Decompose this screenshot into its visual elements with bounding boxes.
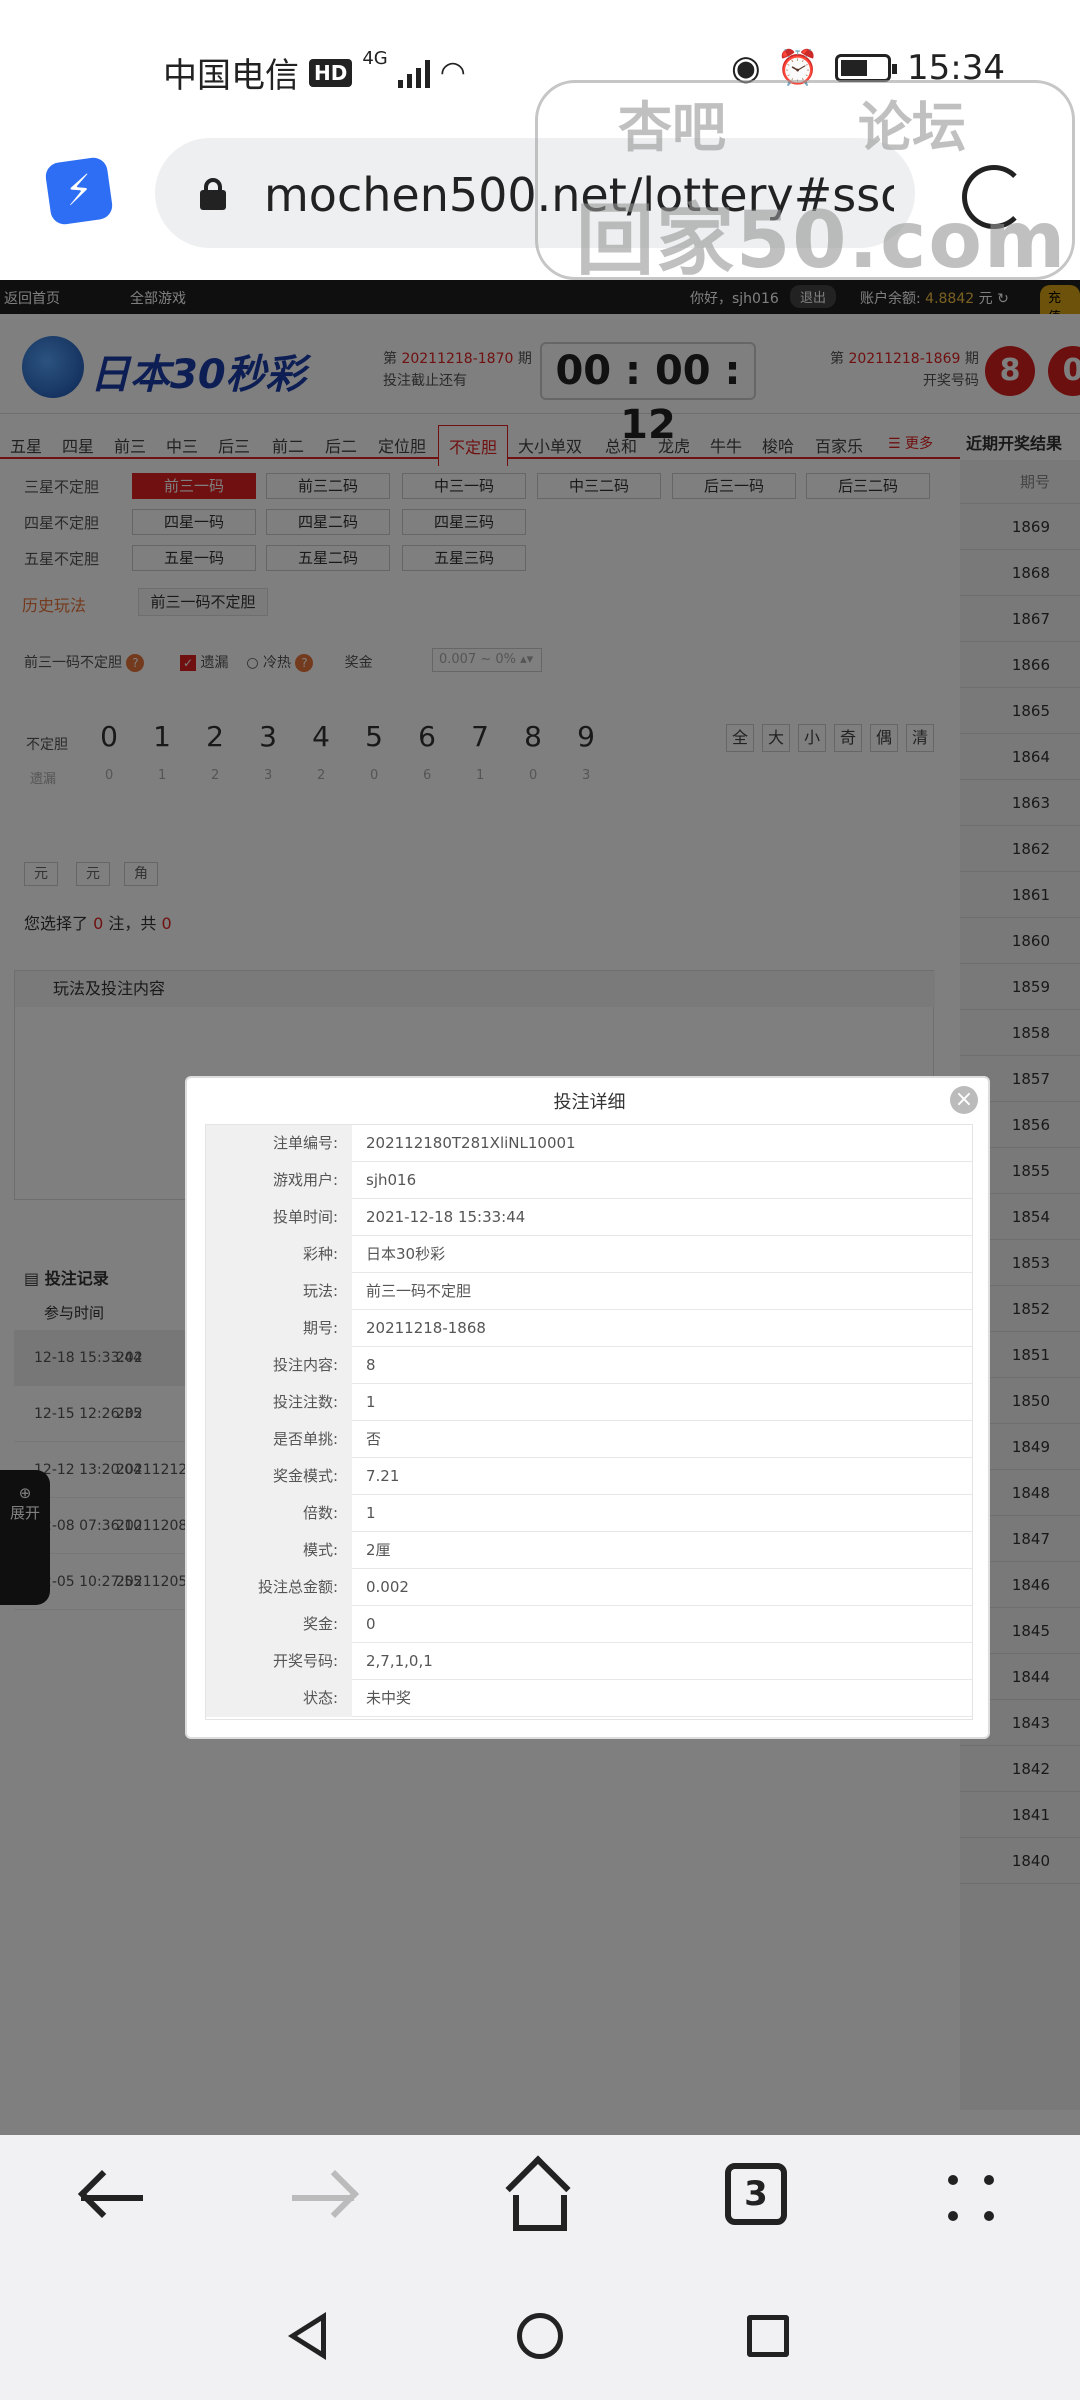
tab-count: 3 (725, 2163, 787, 2225)
system-recents-icon[interactable] (747, 2315, 789, 2357)
detail-key: 状态: (206, 1680, 352, 1717)
detail-row: 模式: 2厘 (206, 1532, 972, 1569)
forward-icon[interactable] (290, 2163, 360, 2233)
detail-row: 玩法: 前三一码不定胆 (206, 1273, 972, 1310)
close-icon[interactable]: × (950, 1086, 978, 1114)
detail-key: 玩法: (206, 1273, 352, 1310)
hd-badge: HD (309, 58, 353, 87)
detail-value: 20211218-1868 (366, 1319, 486, 1337)
detail-key: 投单时间: (206, 1199, 352, 1236)
detail-row: 投注内容: 8 (206, 1347, 972, 1384)
tabs-icon[interactable]: 3 (725, 2163, 795, 2233)
detail-key: 奖金: (206, 1606, 352, 1643)
detail-row: 奖金模式: 7.21 (206, 1458, 972, 1495)
detail-row: 投注总金额: 0.002 (206, 1569, 972, 1606)
detail-row: 期号: 20211218-1868 (206, 1310, 972, 1347)
signal-icon (397, 58, 430, 88)
status-left: 中国电信 HD 4G ◠ (163, 48, 466, 97)
detail-key: 投注总金额: (206, 1569, 352, 1606)
detail-key: 模式: (206, 1532, 352, 1569)
detail-row: 开奖号码: 2,7,1,0,1 (206, 1643, 972, 1680)
detail-value: 202112180T281XliNL10001 (366, 1134, 576, 1152)
detail-value: 7.21 (366, 1467, 400, 1485)
carrier-label: 中国电信 (163, 56, 299, 96)
detail-key: 游戏用户: (206, 1162, 352, 1199)
system-back-icon-inner (297, 2321, 321, 2351)
detail-key: 是否单挑: (206, 1421, 352, 1458)
detail-value: sjh016 (366, 1171, 417, 1189)
detail-value: 1 (366, 1504, 376, 1522)
detail-key: 注单编号: (206, 1125, 352, 1162)
browser-bottom-nav: 3 (0, 2135, 1080, 2265)
detail-row: 是否单挑: 否 (206, 1421, 972, 1458)
detail-key: 投注注数: (206, 1384, 352, 1421)
detail-row: 投单时间: 2021-12-18 15:33:44 (206, 1199, 972, 1236)
detail-value: 0 (366, 1615, 376, 1633)
detail-row: 注单编号: 202112180T281XliNL10001 (206, 1125, 972, 1162)
detail-key: 投注内容: (206, 1347, 352, 1384)
detail-key: 期号: (206, 1310, 352, 1347)
detail-row: 游戏用户: sjh016 (206, 1162, 972, 1199)
detail-table: 注单编号: 202112180T281XliNL10001 游戏用户: sjh016 投… (205, 1124, 973, 1720)
modal-title: 投注详细 (553, 1092, 626, 1113)
wifi-icon: ◠ (439, 55, 466, 90)
detail-row: 奖金: 0 (206, 1606, 972, 1643)
detail-key: 彩种: (206, 1236, 352, 1273)
web-page: 返回首页 全部游戏 你好，sjh016 退出 账户余额: 4.8842 元 ↻ … (0, 280, 1080, 2135)
detail-row: 状态: 未中奖 (206, 1680, 972, 1717)
battery-icon (835, 54, 898, 82)
menu-dots-icon[interactable] (940, 2163, 1010, 2233)
detail-value: 未中奖 (366, 1689, 412, 1707)
detail-value: 0.002 (366, 1578, 409, 1596)
detail-row: 倍数: 1 (206, 1495, 972, 1532)
detail-value: 2,7,1,0,1 (366, 1652, 433, 1670)
detail-key: 倍数: (206, 1495, 352, 1532)
detail-key: 奖金模式: (206, 1458, 352, 1495)
detail-value: 日本30秒彩 (366, 1245, 446, 1263)
watermark-text: 论坛 (858, 96, 966, 159)
detail-value: 否 (366, 1430, 382, 1448)
system-home-icon[interactable] (517, 2313, 563, 2359)
detail-value: 1 (366, 1393, 376, 1411)
back-icon[interactable] (75, 2163, 145, 2233)
network-type: 4G (362, 48, 388, 69)
detail-value: 2厘 (366, 1541, 391, 1559)
detail-value: 2021-12-18 15:33:44 (366, 1208, 526, 1226)
watermark-text: 杏吧 (618, 96, 726, 159)
system-nav-bar (0, 2265, 1080, 2400)
detail-value: 前三一码不定胆 (366, 1282, 472, 1300)
detail-row: 彩种: 日本30秒彩 (206, 1236, 972, 1273)
watermark-text: 回家50.com (576, 196, 1068, 286)
detail-key: 开奖号码: (206, 1643, 352, 1680)
detail-value: 8 (366, 1356, 376, 1374)
lightning-icon[interactable]: ⚡ (43, 155, 115, 227)
bet-detail-modal: 投注详细 × 注单编号: 202112180T281XliNL10001 游戏用户:… (185, 1076, 990, 1739)
detail-row: 投注注数: 1 (206, 1384, 972, 1421)
lock-icon (200, 178, 226, 210)
home-icon[interactable] (505, 2155, 575, 2233)
forum-watermark: 杏吧 论坛 回家50.com (535, 80, 1075, 286)
